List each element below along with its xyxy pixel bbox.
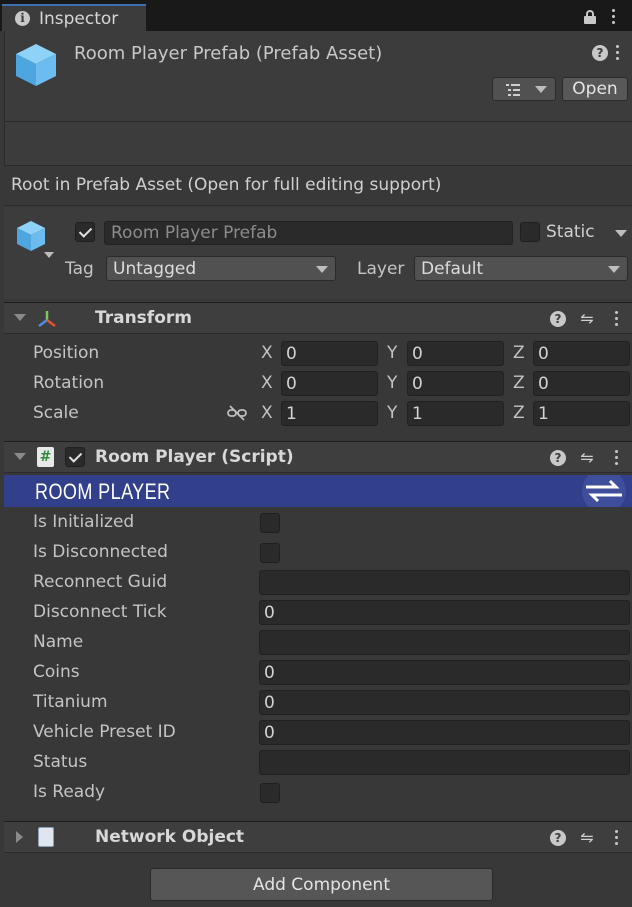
vehicle-preset-id-field[interactable]: 0 — [259, 720, 630, 745]
script-fold-arrow[interactable] — [14, 453, 26, 460]
presets-icon[interactable]: ⇋ — [578, 448, 596, 468]
position-x-field[interactable]: 0 — [281, 341, 378, 366]
add-component-button[interactable]: Add Component — [150, 868, 493, 901]
overrides-dropdown[interactable] — [492, 77, 556, 101]
axis-y-label: Y — [387, 373, 398, 393]
coins-label: Coins — [33, 662, 80, 682]
axis-x-label: X — [261, 373, 273, 393]
help-icon[interactable]: ? — [592, 45, 608, 61]
position-y-field[interactable]: 0 — [407, 341, 504, 366]
list-icon — [506, 84, 520, 96]
static-checkbox[interactable] — [520, 222, 540, 242]
rotation-y-field[interactable]: 0 — [407, 371, 504, 396]
axis-z-label: Z — [513, 343, 525, 363]
prefab-notice: Root in Prefab Asset (Open for full edit… — [11, 175, 442, 195]
gameobject-cube-icon[interactable] — [15, 219, 47, 253]
reconnect-guid-label: Reconnect Guid — [33, 572, 168, 592]
is-ready-label: Is Ready — [33, 782, 106, 802]
divider — [4, 121, 632, 122]
coins-field[interactable]: 0 — [259, 660, 630, 685]
info-icon: i — [15, 11, 30, 26]
scale-x-field[interactable]: 1 — [281, 401, 378, 426]
gameobject-name-field[interactable]: Room Player Prefab — [104, 221, 513, 245]
prefab-menu-icon[interactable] — [616, 45, 620, 63]
unlinked-chain-icon[interactable] — [227, 404, 247, 422]
axis-x-label: X — [261, 403, 273, 423]
scale-label: Scale — [33, 403, 79, 423]
axis-y-label: Y — [387, 343, 398, 363]
scale-z-field[interactable]: 1 — [533, 401, 630, 426]
transform-fold-arrow[interactable] — [14, 314, 26, 321]
presets-icon[interactable]: ⇋ — [578, 828, 596, 848]
axis-z-label: Z — [513, 403, 525, 423]
axis-x-label: X — [261, 343, 273, 363]
is-initialized-checkbox[interactable] — [260, 513, 280, 533]
disconnect-tick-field[interactable]: 0 — [259, 600, 630, 625]
rotation-x-field[interactable]: 0 — [281, 371, 378, 396]
chevron-down-icon — [535, 86, 547, 93]
script-title: Room Player (Script) — [95, 447, 294, 467]
axis-y-label: Y — [387, 403, 398, 423]
is-disconnected-label: Is Disconnected — [33, 542, 168, 562]
position-z-field[interactable]: 0 — [533, 341, 630, 366]
status-label: Status — [33, 752, 88, 772]
help-icon[interactable]: ? — [550, 311, 566, 327]
chevron-down-icon — [608, 266, 620, 273]
script-hash-icon: # — [37, 447, 54, 467]
transform-menu-icon[interactable] — [615, 311, 619, 329]
position-label: Position — [33, 343, 100, 363]
chevron-down-icon — [316, 266, 328, 273]
disconnect-tick-label: Disconnect Tick — [33, 602, 167, 622]
tag-dropdown[interactable]: Untagged — [106, 256, 336, 281]
network-object-title: Network Object — [95, 827, 245, 847]
name-field[interactable] — [259, 630, 630, 655]
open-button[interactable]: Open — [562, 77, 628, 101]
tab-title: Inspector — [39, 9, 119, 29]
axis-z-label: Z — [513, 373, 525, 393]
network-object-icon — [38, 827, 54, 847]
tab-menu-icon[interactable] — [612, 9, 616, 27]
scale-y-field[interactable]: 1 — [407, 401, 504, 426]
status-field[interactable] — [259, 750, 630, 775]
layer-value: Default — [421, 258, 484, 279]
static-label: Static — [546, 222, 595, 242]
titanium-label: Titanium — [33, 692, 108, 712]
rotation-z-field[interactable]: 0 — [533, 371, 630, 396]
reconnect-guid-field[interactable] — [259, 570, 630, 595]
tag-value: Untagged — [113, 258, 197, 279]
titanium-field[interactable]: 0 — [259, 690, 630, 715]
transform-icon — [38, 311, 56, 327]
network-object-menu-icon[interactable] — [615, 830, 619, 848]
banner-title: ROOM PLAYER — [35, 479, 171, 504]
gameobject-active-checkbox[interactable] — [75, 222, 95, 242]
tag-label: Tag — [65, 259, 94, 279]
presets-icon[interactable]: ⇋ — [578, 309, 596, 329]
vehicle-preset-id-label: Vehicle Preset ID — [33, 722, 176, 742]
script-menu-icon[interactable] — [615, 450, 619, 468]
static-dropdown-arrow[interactable] — [615, 230, 627, 237]
help-icon[interactable]: ? — [550, 450, 566, 466]
prefab-cube-icon — [16, 44, 56, 86]
prefab-title: Room Player Prefab (Prefab Asset) — [74, 43, 383, 64]
name-label: Name — [33, 632, 84, 652]
is-ready-checkbox[interactable] — [260, 783, 280, 803]
rotation-label: Rotation — [33, 373, 105, 393]
icon-dropdown-arrow[interactable] — [44, 252, 54, 258]
is-initialized-label: Is Initialized — [33, 512, 135, 532]
layer-dropdown[interactable]: Default — [414, 256, 628, 281]
tab-inspector[interactable]: i Inspector — [2, 4, 146, 31]
sync-arrows-icon — [582, 475, 626, 507]
lock-icon[interactable] — [584, 10, 596, 24]
is-disconnected-checkbox[interactable] — [260, 543, 280, 563]
transform-title: Transform — [95, 308, 192, 328]
layer-label: Layer — [357, 259, 405, 279]
help-icon[interactable]: ? — [550, 830, 566, 846]
network-object-fold-arrow[interactable] — [16, 831, 23, 843]
script-enabled-checkbox[interactable] — [65, 447, 85, 467]
